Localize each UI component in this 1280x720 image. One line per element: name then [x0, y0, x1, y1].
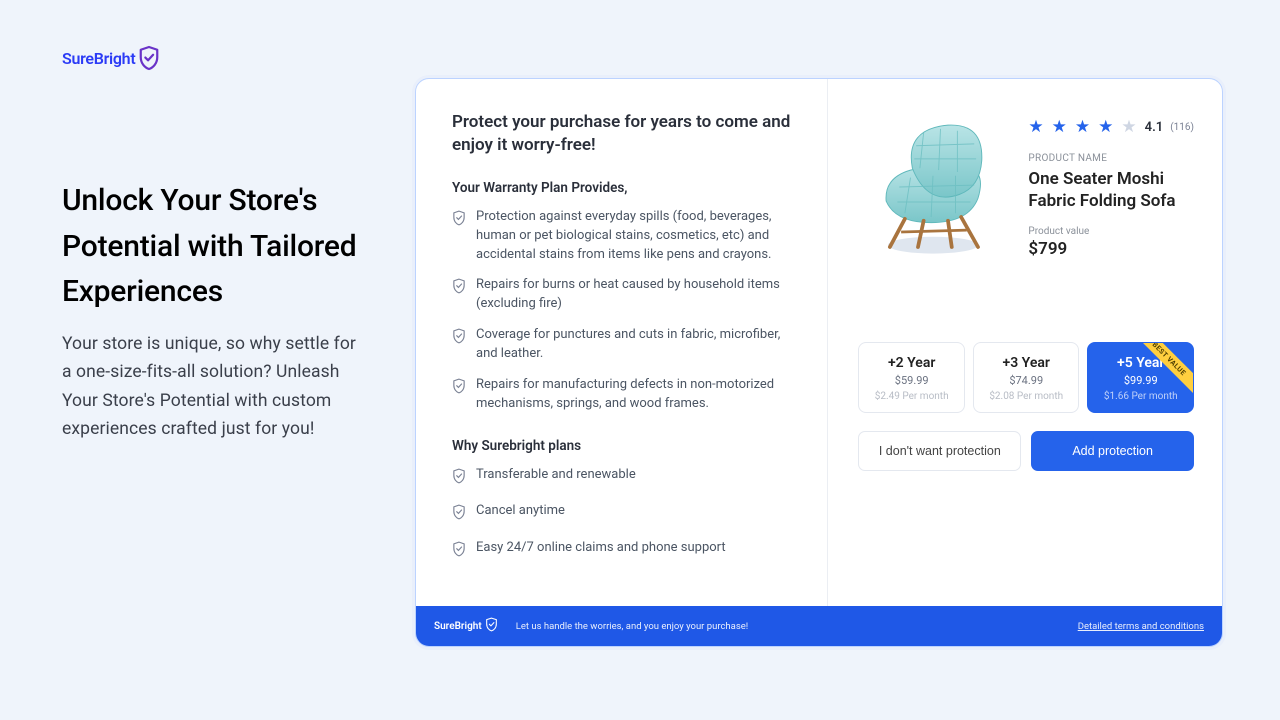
list-item: Transferable and renewable — [452, 466, 799, 491]
plan-option-2yr[interactable]: +2 Year $59.99 $2.49 Per month — [858, 342, 965, 413]
footer-tagline: Let us handle the worries, and you enjoy… — [516, 621, 1078, 632]
list-item-text: Coverage for punctures and cuts in fabri… — [476, 326, 799, 364]
star-icon: ★ — [1075, 117, 1091, 137]
plan-option-3yr[interactable]: +3 Year $74.99 $2.08 Per month — [973, 342, 1080, 413]
provides-list: Protection against everyday spills (food… — [452, 208, 799, 414]
list-item: Easy 24/7 online claims and phone suppor… — [452, 539, 799, 564]
footer-logo-text: SureBright — [434, 621, 482, 632]
plan-option-5yr[interactable]: BEST VALUE +5 Year $99.99 $1.66 Per mont… — [1087, 342, 1194, 413]
rating-value: 4.1 — [1145, 120, 1164, 135]
shield-check-icon — [452, 278, 466, 314]
list-item-text: Repairs for manufacturing defects in non… — [476, 376, 799, 414]
terms-link[interactable]: Detailed terms and conditions — [1078, 621, 1204, 632]
shield-check-icon — [452, 210, 466, 265]
why-list: Transferable and renewable Cancel anytim… — [452, 466, 799, 565]
shield-check-icon — [452, 541, 466, 564]
shield-icon — [138, 45, 160, 71]
product-price: $799 — [1028, 239, 1194, 259]
plan-price: $74.99 — [978, 374, 1075, 387]
warranty-modal: Protect your purchase for years to come … — [415, 78, 1223, 647]
rating-count: (116) — [1170, 122, 1194, 133]
list-item-text: Repairs for burns or heat caused by hous… — [476, 276, 799, 314]
product-value-label: Product value — [1028, 226, 1194, 237]
footer-logo: SureBright — [434, 617, 498, 635]
star-icon: ★ — [1052, 117, 1068, 137]
plan-term: +3 Year — [978, 355, 1075, 371]
list-item: Repairs for manufacturing defects in non… — [452, 376, 799, 414]
list-item-text: Cancel anytime — [476, 502, 565, 527]
plan-per-month: $2.08 Per month — [978, 391, 1075, 402]
star-icon: ★ — [1098, 117, 1114, 137]
list-item-text: Easy 24/7 online claims and phone suppor… — [476, 539, 726, 564]
product-pane: ★ ★ ★ ★ ★ 4.1 (116) PRODUCT NAME One Sea… — [828, 79, 1222, 606]
product-image — [858, 109, 1008, 264]
plan-price: $59.99 — [863, 374, 960, 387]
why-header: Why Surebright plans — [452, 438, 799, 454]
plan-row: +2 Year $59.99 $2.49 Per month +3 Year $… — [858, 342, 1194, 413]
provides-header: Your Warranty Plan Provides, — [452, 180, 799, 196]
list-item: Repairs for burns or heat caused by hous… — [452, 276, 799, 314]
shield-check-icon — [452, 468, 466, 491]
plan-term: +2 Year — [863, 355, 960, 371]
modal-title: Protect your purchase for years to come … — [452, 111, 799, 158]
list-item-text: Protection against everyday spills (food… — [476, 208, 799, 265]
list-item: Cancel anytime — [452, 502, 799, 527]
plan-price: $99.99 — [1092, 374, 1189, 387]
brand-logo: SureBright — [62, 45, 160, 71]
warranty-details-pane: Protect your purchase for years to come … — [416, 79, 828, 606]
rating-row: ★ ★ ★ ★ ★ 4.1 (116) — [1028, 117, 1194, 137]
shield-check-icon — [452, 504, 466, 527]
product-name-label: PRODUCT NAME — [1028, 153, 1194, 164]
add-protection-button[interactable]: Add protection — [1031, 431, 1194, 471]
star-icon: ★ — [1028, 117, 1044, 137]
hero-subtext: Your store is unique, so why settle for … — [62, 330, 362, 443]
shield-check-icon — [452, 328, 466, 364]
list-item: Coverage for punctures and cuts in fabri… — [452, 326, 799, 364]
plan-per-month: $2.49 Per month — [863, 391, 960, 402]
hero-headline: Unlock Your Store's Potential with Tailo… — [62, 178, 382, 315]
plan-per-month: $1.66 Per month — [1092, 391, 1189, 402]
shield-icon — [485, 617, 498, 635]
shield-check-icon — [452, 378, 466, 414]
star-icon: ★ — [1121, 117, 1137, 137]
product-name: One Seater Moshi Fabric Folding Sofa — [1028, 168, 1194, 212]
decline-protection-button[interactable]: I don't want protection — [858, 431, 1021, 471]
modal-footer: SureBright Let us handle the worries, an… — [416, 606, 1222, 646]
list-item: Protection against everyday spills (food… — [452, 208, 799, 265]
brand-logo-text: SureBright — [62, 49, 135, 68]
list-item-text: Transferable and renewable — [476, 466, 636, 491]
